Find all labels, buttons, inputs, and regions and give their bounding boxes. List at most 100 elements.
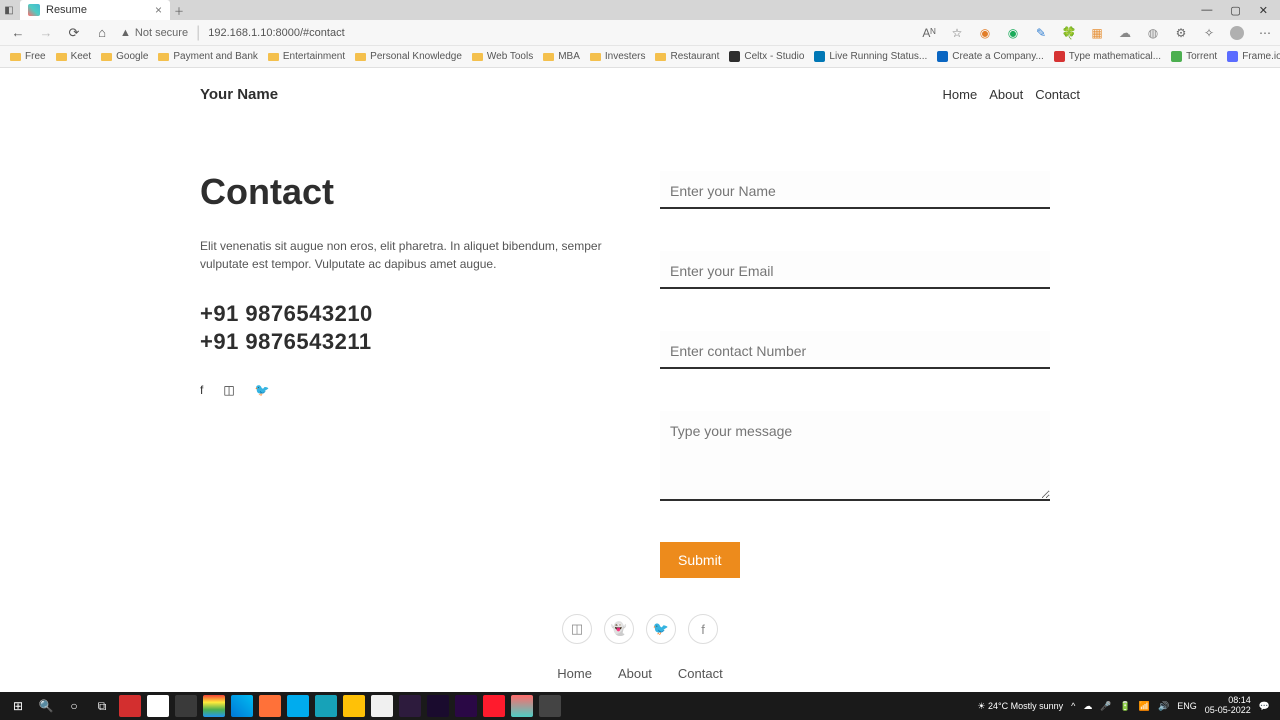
site-brand[interactable]: Your Name: [200, 86, 278, 103]
clock[interactable]: 08:14 05-05-2022: [1205, 696, 1251, 716]
close-button[interactable]: ✕: [1259, 4, 1268, 17]
footer-twitter-icon[interactable]: 🐦: [646, 614, 676, 644]
wifi-icon[interactable]: 📶: [1139, 701, 1150, 712]
opera-icon[interactable]: [483, 695, 505, 717]
volume-icon[interactable]: 🔊: [1158, 701, 1169, 712]
contact-description: Elit venenatis sit augue non eros, elit …: [200, 237, 620, 273]
contact-phone-1: +91 9876543210: [200, 301, 620, 327]
bookmark-link[interactable]: Live Running Status...: [814, 51, 927, 62]
adobe-ae-icon[interactable]: [427, 695, 449, 717]
minimize-button[interactable]: —: [1201, 4, 1212, 17]
contact-number-input[interactable]: [660, 331, 1050, 369]
footer-facebook-icon[interactable]: f: [688, 614, 718, 644]
page-content: Your Name Home About Contact Contact Eli…: [0, 68, 1280, 692]
battery-icon[interactable]: 🔋: [1120, 701, 1131, 712]
message-textarea[interactable]: [660, 411, 1050, 501]
back-button[interactable]: ←: [8, 23, 28, 43]
bookmark-folder[interactable]: Web Tools: [472, 51, 533, 62]
nav-about[interactable]: About: [989, 87, 1023, 102]
ext7-icon[interactable]: ◍: [1146, 26, 1160, 40]
ext2-icon[interactable]: ◉: [1006, 26, 1020, 40]
firefox-icon[interactable]: [259, 695, 281, 717]
security-label: Not secure: [135, 27, 188, 39]
windows-taskbar: ⊞ 🔍 ○ ⧉ ☀ 24°C Mostly sunny ^ ☁ 🎤 🔋 📶 🔊 …: [0, 692, 1280, 720]
instagram-icon[interactable]: ◫: [223, 383, 234, 397]
profile-avatar[interactable]: [1230, 26, 1244, 40]
bookmark-folder[interactable]: Payment and Bank: [158, 51, 258, 62]
twitter-icon[interactable]: 🐦: [255, 383, 270, 397]
tab-actions-icon[interactable]: ◧: [0, 1, 18, 19]
search-icon[interactable]: 🔍: [32, 694, 60, 718]
url-text[interactable]: 192.168.1.10:8000/#contact: [208, 27, 344, 39]
bookmark-folder[interactable]: MBA: [543, 51, 580, 62]
favorite-icon[interactable]: ☆: [950, 26, 964, 40]
read-aloud-icon[interactable]: Aᴺ: [922, 26, 936, 40]
name-input[interactable]: [660, 171, 1050, 209]
bookmark-link[interactable]: Type mathematical...: [1054, 51, 1161, 62]
taskbar-app[interactable]: [287, 695, 309, 717]
start-button[interactable]: ⊞: [4, 694, 32, 718]
language-indicator[interactable]: ENG: [1177, 701, 1197, 711]
taskbar-app[interactable]: [119, 695, 141, 717]
taskbar-app[interactable]: [371, 695, 393, 717]
edge-icon[interactable]: [231, 695, 253, 717]
onedrive-icon[interactable]: ☁: [1083, 701, 1092, 712]
bookmark-folder[interactable]: Entertainment: [268, 51, 345, 62]
chrome-icon[interactable]: [203, 695, 225, 717]
ext6-icon[interactable]: ☁: [1118, 26, 1132, 40]
forward-button[interactable]: →: [36, 23, 56, 43]
mic-icon[interactable]: 🎤: [1100, 701, 1111, 712]
bookmark-link[interactable]: Frame.io: [1227, 51, 1280, 62]
maximize-button[interactable]: ▢: [1230, 4, 1240, 17]
taskbar-app[interactable]: [511, 695, 533, 717]
browser-tab[interactable]: Resume ×: [20, 0, 170, 20]
refresh-button[interactable]: ⟳: [64, 23, 84, 43]
submit-button[interactable]: Submit: [660, 542, 740, 578]
tab-title: Resume: [46, 4, 87, 16]
site-security[interactable]: ▲ Not secure: [120, 27, 188, 39]
taskbar-app[interactable]: [147, 695, 169, 717]
collections-icon[interactable]: ✧: [1202, 26, 1216, 40]
adobe-au-icon[interactable]: [399, 695, 421, 717]
bookmark-link[interactable]: Create a Company...: [937, 51, 1044, 62]
ext4-icon[interactable]: 🍀: [1062, 26, 1076, 40]
bookmark-folder[interactable]: Free: [10, 51, 46, 62]
tab-close-icon[interactable]: ×: [155, 3, 162, 17]
file-explorer-icon[interactable]: [343, 695, 365, 717]
footer-about[interactable]: About: [618, 666, 652, 681]
bookmarks-bar: Free Keet Google Payment and Bank Entert…: [0, 46, 1280, 68]
facebook-icon[interactable]: f: [200, 383, 203, 397]
bookmark-link[interactable]: Celtx - Studio: [729, 51, 804, 62]
nav-contact[interactable]: Contact: [1035, 87, 1080, 102]
menu-icon[interactable]: ⋯: [1258, 26, 1272, 40]
footer-home[interactable]: Home: [557, 666, 592, 681]
bookmark-link[interactable]: Torrent: [1171, 51, 1217, 62]
notifications-icon[interactable]: 💬: [1259, 701, 1270, 712]
taskbar-app[interactable]: [315, 695, 337, 717]
taskbar-app[interactable]: [175, 695, 197, 717]
new-tab-button[interactable]: ＋: [170, 1, 188, 19]
ext1-icon[interactable]: ◉: [978, 26, 992, 40]
weather-widget[interactable]: ☀ 24°C Mostly sunny: [977, 701, 1063, 712]
nav-home[interactable]: Home: [943, 87, 978, 102]
ext3-icon[interactable]: ✎: [1034, 26, 1048, 40]
window-titlebar: ◧ Resume × ＋ — ▢ ✕: [0, 0, 1280, 20]
bookmark-folder[interactable]: Investers: [590, 51, 646, 62]
bookmark-folder[interactable]: Personal Knowledge: [355, 51, 462, 62]
email-input[interactable]: [660, 251, 1050, 289]
footer-snapchat-icon[interactable]: 👻: [604, 614, 634, 644]
footer-contact[interactable]: Contact: [678, 666, 723, 681]
home-button[interactable]: ⌂: [92, 23, 112, 43]
ext5-icon[interactable]: ▦: [1090, 26, 1104, 40]
extensions-icon[interactable]: ⚙: [1174, 26, 1188, 40]
taskbar-app[interactable]: [539, 695, 561, 717]
footer-instagram-icon[interactable]: ◫: [562, 614, 592, 644]
address-bar: ← → ⟳ ⌂ ▲ Not secure | 192.168.1.10:8000…: [0, 20, 1280, 46]
bookmark-folder[interactable]: Restaurant: [655, 51, 719, 62]
task-view-icon[interactable]: ⧉: [88, 694, 116, 718]
tray-overflow-icon[interactable]: ^: [1071, 701, 1075, 711]
adobe-pr-icon[interactable]: [455, 695, 477, 717]
cortana-icon[interactable]: ○: [60, 694, 88, 718]
bookmark-folder[interactable]: Keet: [56, 51, 92, 62]
bookmark-folder[interactable]: Google: [101, 51, 148, 62]
